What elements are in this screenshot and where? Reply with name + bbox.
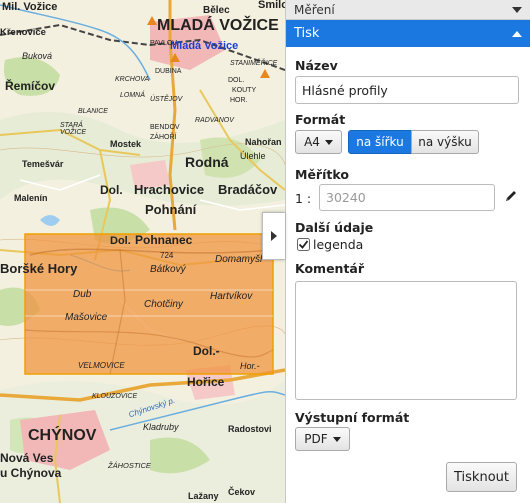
orientation-landscape-label: na šířku — [356, 135, 404, 149]
map-label: Temešvár — [22, 159, 64, 169]
paper-size-select[interactable]: A4 — [295, 130, 342, 154]
map-label: ZÁHOŘÍ — [150, 134, 177, 141]
dalsi-udaje-label: Další údaje — [295, 220, 374, 235]
map-label: ÚSTĚJOV — [150, 96, 183, 103]
map-label: MLADÁ VOŽICE — [157, 17, 279, 34]
map-label: Hrachovice — [134, 182, 205, 197]
map-view[interactable]: Mil. Vožice Bělec Smilo Křenovice MLADÁ … — [0, 0, 285, 503]
map-label: Mašovice — [65, 312, 108, 323]
map-label: Křenovice — [0, 27, 46, 38]
scale-input[interactable]: 30240 — [319, 184, 495, 211]
print-button-label: Tisknout — [454, 469, 509, 485]
map-label: STANIMĚŘICE — [230, 60, 278, 67]
map-label: KOUTY — [232, 87, 257, 94]
meritko-label: Měřítko — [295, 167, 349, 182]
map-label: Mil. Vožice — [2, 1, 58, 13]
map-label: ŽÁHOSTICE — [108, 461, 151, 470]
map-label: Mostek — [110, 139, 142, 149]
map-label: Čekov — [228, 487, 256, 497]
map-label: Pohnanec — [135, 233, 193, 247]
scale-placeholder: 30240 — [326, 190, 366, 205]
map-label: VELMOVICE — [78, 361, 125, 370]
map-label: LOMNÁ — [120, 92, 145, 99]
section-mereni-header[interactable]: Měření — [286, 0, 530, 20]
map-label: Nová Ves — [0, 451, 54, 465]
map-label: Mladá Vožice — [170, 40, 239, 52]
title-input-value: Hlásné profily — [302, 82, 388, 98]
print-button[interactable]: Tisknout — [446, 462, 517, 492]
map-label: BENDOV — [150, 124, 180, 131]
chevron-up-icon — [512, 30, 522, 37]
section-tisk-header[interactable]: Tisk — [286, 20, 530, 47]
map-label: Radostovi — [228, 424, 272, 434]
map-label: Hartvíkov — [210, 291, 253, 302]
format-label: Formát — [295, 112, 346, 127]
chevron-down-icon — [512, 6, 522, 13]
map-label: KLOUZOVICE — [92, 393, 138, 400]
map-label: RADVANOV — [195, 117, 234, 124]
map-label: Buková — [22, 51, 53, 61]
map-label: 724 — [160, 251, 174, 260]
map-label: Dol. — [110, 235, 131, 247]
map-label: Hor.- — [240, 361, 260, 371]
komentar-label: Komentář — [295, 261, 365, 276]
map-label: HOR. — [230, 97, 248, 104]
map-label: Smilo — [258, 0, 285, 11]
section-mereni-title: Měření — [294, 2, 335, 17]
scale-prefix: 1 : — [295, 191, 312, 206]
orientation-portrait-button[interactable]: na výšku — [411, 130, 479, 154]
map-label: Dol. — [100, 183, 123, 197]
map-label: DOL. — [228, 77, 245, 84]
map-label: DUBINA — [155, 68, 182, 75]
chevron-down-icon — [332, 436, 341, 442]
section-tisk-title: Tisk — [294, 26, 320, 41]
output-format-value: PDF — [304, 432, 328, 446]
toggle-panel-button[interactable] — [262, 212, 285, 260]
map-label: Úlehle — [240, 151, 266, 161]
orientation-portrait-label: na výšku — [418, 135, 472, 149]
map-label: CHÝNOV — [28, 427, 97, 444]
map-label: Bělec — [203, 5, 230, 16]
nazev-label: Název — [295, 58, 338, 73]
print-panel: Měření Tisk Název Hlásné profily Formát … — [285, 0, 530, 503]
legend-option[interactable]: legenda — [297, 237, 363, 252]
map-label: PAVLOV — [150, 40, 177, 47]
pencil-icon[interactable] — [504, 189, 518, 203]
chevron-down-icon — [324, 139, 333, 145]
map-label: Chotčiny — [144, 299, 183, 310]
output-format-select[interactable]: PDF — [295, 427, 350, 451]
map-label: Hořice — [187, 375, 225, 389]
map-label: Rodná — [185, 154, 229, 170]
vystup-label: Výstupní formát — [295, 410, 410, 425]
map-label: Dol.- — [193, 344, 220, 358]
paper-size-value: A4 — [304, 135, 320, 149]
map-label: STARÁ VOŽICE — [60, 122, 87, 136]
map-label: Domamyšl — [215, 254, 263, 265]
map-label: Pohnání — [145, 202, 197, 217]
map-label: u Chýnova — [0, 466, 62, 480]
title-input[interactable]: Hlásné profily — [295, 76, 519, 104]
map-label: KRCHOVA — [115, 76, 150, 83]
map-label: Malenín — [14, 193, 48, 203]
expand-panel-icon — [271, 231, 277, 241]
map-label: Bátkový — [150, 264, 186, 275]
map-label: Lažany — [188, 491, 219, 501]
map-label: BLANICE — [78, 108, 108, 115]
map-label: Boršké Hory — [0, 261, 78, 276]
map-label: Dub — [73, 289, 92, 300]
map-label: Bradáčov — [218, 182, 278, 197]
orientation-landscape-button[interactable]: na šířku — [348, 130, 412, 154]
legend-label: legenda — [313, 237, 364, 252]
map-label: Řemíčov — [5, 79, 56, 93]
map-label: Kladruby — [143, 422, 179, 432]
comment-textarea[interactable] — [295, 281, 517, 400]
map-label: Nahořan — [245, 137, 282, 147]
checkbox-icon[interactable] — [297, 238, 310, 251]
